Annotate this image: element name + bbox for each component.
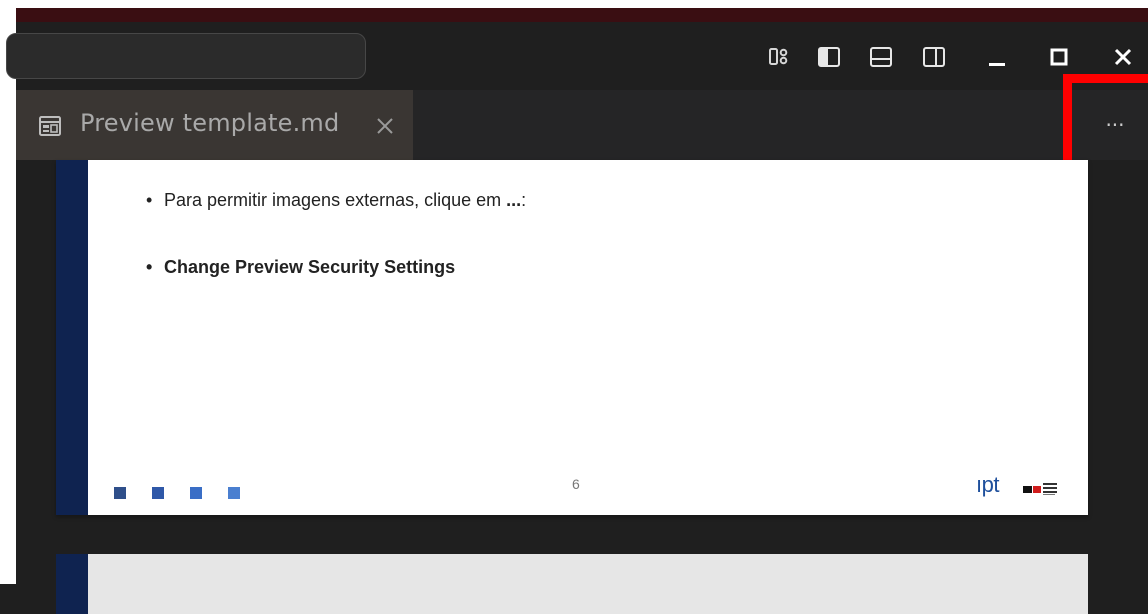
window-top-border bbox=[0, 0, 1148, 22]
slide: Para permitir imagens externas, clique e… bbox=[56, 160, 1088, 515]
bullet-text: Para permitir imagens externas, clique e… bbox=[164, 190, 507, 210]
close-icon[interactable] bbox=[1110, 44, 1136, 70]
markdown-preview[interactable]: Para permitir imagens externas, clique e… bbox=[16, 160, 1148, 614]
window-left-edge bbox=[0, 0, 16, 584]
list-item: Change Preview Security Settings bbox=[146, 257, 526, 278]
decor-square bbox=[228, 487, 240, 499]
window-top-accent bbox=[0, 8, 1148, 22]
ipt-logo: ıpt bbox=[976, 472, 999, 497]
maximize-icon[interactable] bbox=[1046, 44, 1072, 70]
slide-accent-bar bbox=[56, 160, 88, 515]
slide-page-number: 6 bbox=[572, 476, 580, 492]
bullet-suffix: : bbox=[521, 190, 527, 210]
sao-paulo-logo bbox=[1023, 481, 1059, 497]
decor-square bbox=[190, 487, 202, 499]
slide-bullet-list: Para permitir imagens externas, clique e… bbox=[146, 190, 526, 278]
decor-square bbox=[152, 487, 164, 499]
editor-tab-bar: Preview template.md ··· bbox=[16, 90, 1148, 160]
toggle-primary-sidebar-icon[interactable] bbox=[816, 44, 842, 70]
minimize-icon[interactable] bbox=[984, 44, 1010, 70]
preview-icon bbox=[38, 114, 62, 138]
tab-close-icon[interactable] bbox=[374, 115, 396, 137]
decor-square bbox=[114, 487, 126, 499]
title-bar bbox=[6, 22, 1148, 90]
customize-layout-icon[interactable] bbox=[766, 44, 792, 70]
slide-accent-bar bbox=[56, 554, 88, 614]
bullet-text: Change Preview Security Settings bbox=[164, 257, 456, 277]
bullet-strong: ... bbox=[506, 190, 522, 210]
tab-label: Preview template.md bbox=[80, 109, 340, 137]
list-item: Para permitir imagens externas, clique e… bbox=[146, 190, 526, 211]
command-center-search[interactable] bbox=[6, 33, 366, 79]
toggle-panel-icon[interactable] bbox=[868, 44, 894, 70]
toggle-secondary-sidebar-icon[interactable] bbox=[921, 44, 947, 70]
tab-preview-template[interactable]: Preview template.md bbox=[16, 90, 413, 160]
next-slide bbox=[56, 554, 1088, 614]
